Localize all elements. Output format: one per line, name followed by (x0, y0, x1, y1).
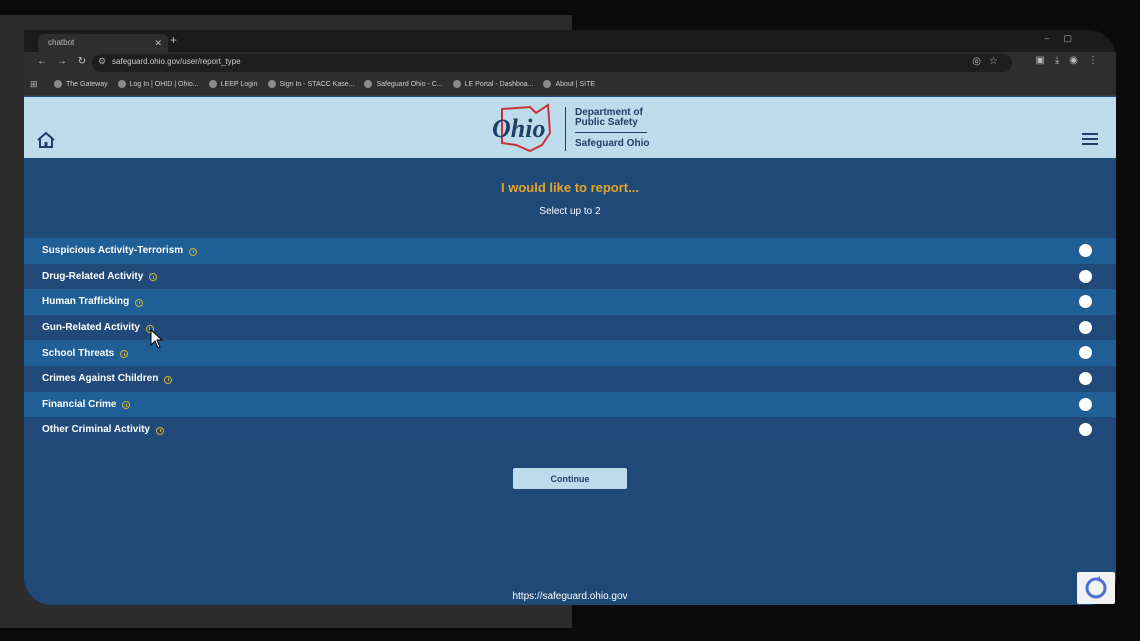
option-label: School Threats (42, 347, 115, 359)
continue-button[interactable]: Continue (513, 468, 627, 489)
tab-strip: chatbot ✕ + –▢ (24, 30, 1116, 52)
globe-icon (364, 80, 373, 88)
report-option[interactable]: Gun-Related Activity (24, 314, 1116, 341)
option-radio[interactable] (1079, 320, 1092, 334)
site-favicon-icon (208, 80, 217, 88)
address-bar-row: ← → ↻ ⚙ safeguard.ohio.gov/user/report_typ… (24, 52, 1116, 74)
address-bar[interactable]: ⚙ safeguard.ohio.gov/user/report_type ◎☆ (92, 54, 1012, 72)
globe-icon (54, 80, 62, 88)
option-radio[interactable] (1079, 397, 1092, 411)
report-option[interactable]: Other Criminal Activity (24, 417, 1116, 443)
bookmark-list: The Gateway Log In | OHID | Ohio... LEEP… (54, 80, 595, 88)
option-label: Human Trafficking (42, 296, 130, 308)
report-option[interactable]: Crimes Against Children (24, 365, 1116, 392)
site-favicon-icon (117, 80, 126, 88)
option-radio[interactable] (1079, 346, 1092, 360)
recaptcha-icon (1085, 576, 1107, 599)
browser-window: chatbot ✕ + –▢ ← → ↻ ⚙ safeguard.ohio.gov/… (24, 30, 1116, 605)
option-radio[interactable] (1079, 244, 1092, 257)
new-tab-icon[interactable]: + (170, 33, 177, 47)
kebab-menu-icon[interactable]: ⋮ (1088, 55, 1108, 66)
info-icon[interactable] (156, 426, 164, 435)
department-name: Department of Public Safety (575, 107, 643, 128)
logo-underline (575, 132, 647, 133)
report-option[interactable]: School Threats (24, 340, 1116, 366)
reload-icon[interactable]: ↻ (72, 56, 92, 67)
logo-divider (565, 107, 566, 151)
option-label: Crimes Against Children (42, 373, 159, 385)
ohio-dps-logo[interactable]: Ohio Department of Public Safety Safegua… (490, 103, 690, 155)
page-heading: I would like to report... (501, 180, 639, 195)
info-icon[interactable] (120, 350, 129, 359)
bookmark-item[interactable]: LE Portal - Dashboa... (452, 80, 533, 88)
browser-tab[interactable]: chatbot ✕ (38, 34, 168, 52)
report-option[interactable]: Human Trafficking (24, 289, 1116, 315)
option-label: Gun-Related Activity (42, 322, 140, 334)
hamburger-menu-icon[interactable] (1082, 133, 1098, 145)
side-panel-icon[interactable]: ▣ (1035, 55, 1054, 66)
url-text[interactable]: safeguard.ohio.gov/user/report_type (112, 57, 241, 66)
site-favicon-icon (267, 80, 276, 88)
bookmark-item[interactable]: The Gateway (54, 80, 108, 88)
subbrand-name: Safeguard Ohio (575, 138, 650, 149)
download-icon[interactable]: ⤓ (1055, 55, 1069, 66)
mouse-cursor-icon (150, 329, 164, 349)
info-icon[interactable] (122, 401, 131, 410)
option-radio[interactable] (1079, 269, 1092, 283)
star-icon[interactable]: ☆ (989, 56, 1006, 67)
tab-title: chatbot (48, 38, 75, 47)
site-header: Ohio Department of Public Safety Safegua… (24, 97, 1116, 158)
back-icon[interactable]: ← (32, 56, 52, 67)
info-icon[interactable] (135, 298, 144, 307)
globe-icon (452, 80, 461, 88)
omnibox-actions: ◎☆ (972, 56, 1006, 67)
option-label: Drug-Related Activity (42, 270, 144, 282)
bookmark-item[interactable]: Safeguard Ohio - C... (364, 80, 443, 88)
footer-url: https://safeguard.ohio.gov (512, 591, 628, 602)
nav-buttons: ← → ↻ (32, 56, 92, 67)
svg-text:Ohio: Ohio (492, 114, 545, 143)
window-controls[interactable]: –▢ (1044, 33, 1086, 44)
option-label: Suspicious Activity-Terrorism (42, 245, 184, 257)
bookmark-item[interactable]: Log In | OHID | Ohio... (117, 80, 199, 88)
info-icon[interactable] (189, 247, 198, 256)
site-favicon-icon (543, 80, 552, 88)
option-radio[interactable] (1079, 371, 1092, 385)
ohio-state-logo: Ohio (492, 103, 552, 153)
close-icon[interactable]: ✕ (154, 34, 162, 52)
report-type-list: Suspicious Activity-Terrorism Drug-Relat… (24, 238, 1116, 443)
bookmark-item[interactable]: About | SITE (543, 80, 595, 88)
report-option[interactable]: Drug-Related Activity (24, 263, 1116, 290)
option-radio[interactable] (1079, 423, 1092, 437)
report-option[interactable]: Suspicious Activity-Terrorism (24, 238, 1116, 264)
option-label: Financial Crime (42, 398, 117, 410)
toolbar-actions: ▣⤓◉⋮ (1035, 55, 1108, 66)
bookmarks-bar: ⊞ The Gateway Log In | OHID | Ohio... LE… (24, 74, 1116, 96)
apps-grid-icon[interactable]: ⊞ (30, 79, 38, 90)
site-info-icon[interactable]: ⚙ (98, 56, 106, 67)
info-icon[interactable] (149, 273, 158, 282)
option-radio[interactable] (1079, 295, 1092, 309)
info-icon[interactable] (164, 375, 173, 384)
bookmark-item[interactable]: Sign In - STACC Kase... (267, 80, 354, 88)
recaptcha-badge[interactable] (1077, 572, 1115, 604)
profile-icon[interactable]: ◉ (1069, 55, 1088, 66)
bookmark-item[interactable]: LEEP Login (208, 80, 258, 88)
option-label: Other Criminal Activity (42, 424, 150, 436)
forward-icon[interactable]: → (52, 56, 72, 67)
report-option[interactable]: Financial Crime (24, 391, 1116, 418)
selection-hint: Select up to 2 (539, 206, 601, 217)
eye-off-icon[interactable]: ◎ (972, 56, 989, 67)
home-icon[interactable] (36, 131, 56, 149)
